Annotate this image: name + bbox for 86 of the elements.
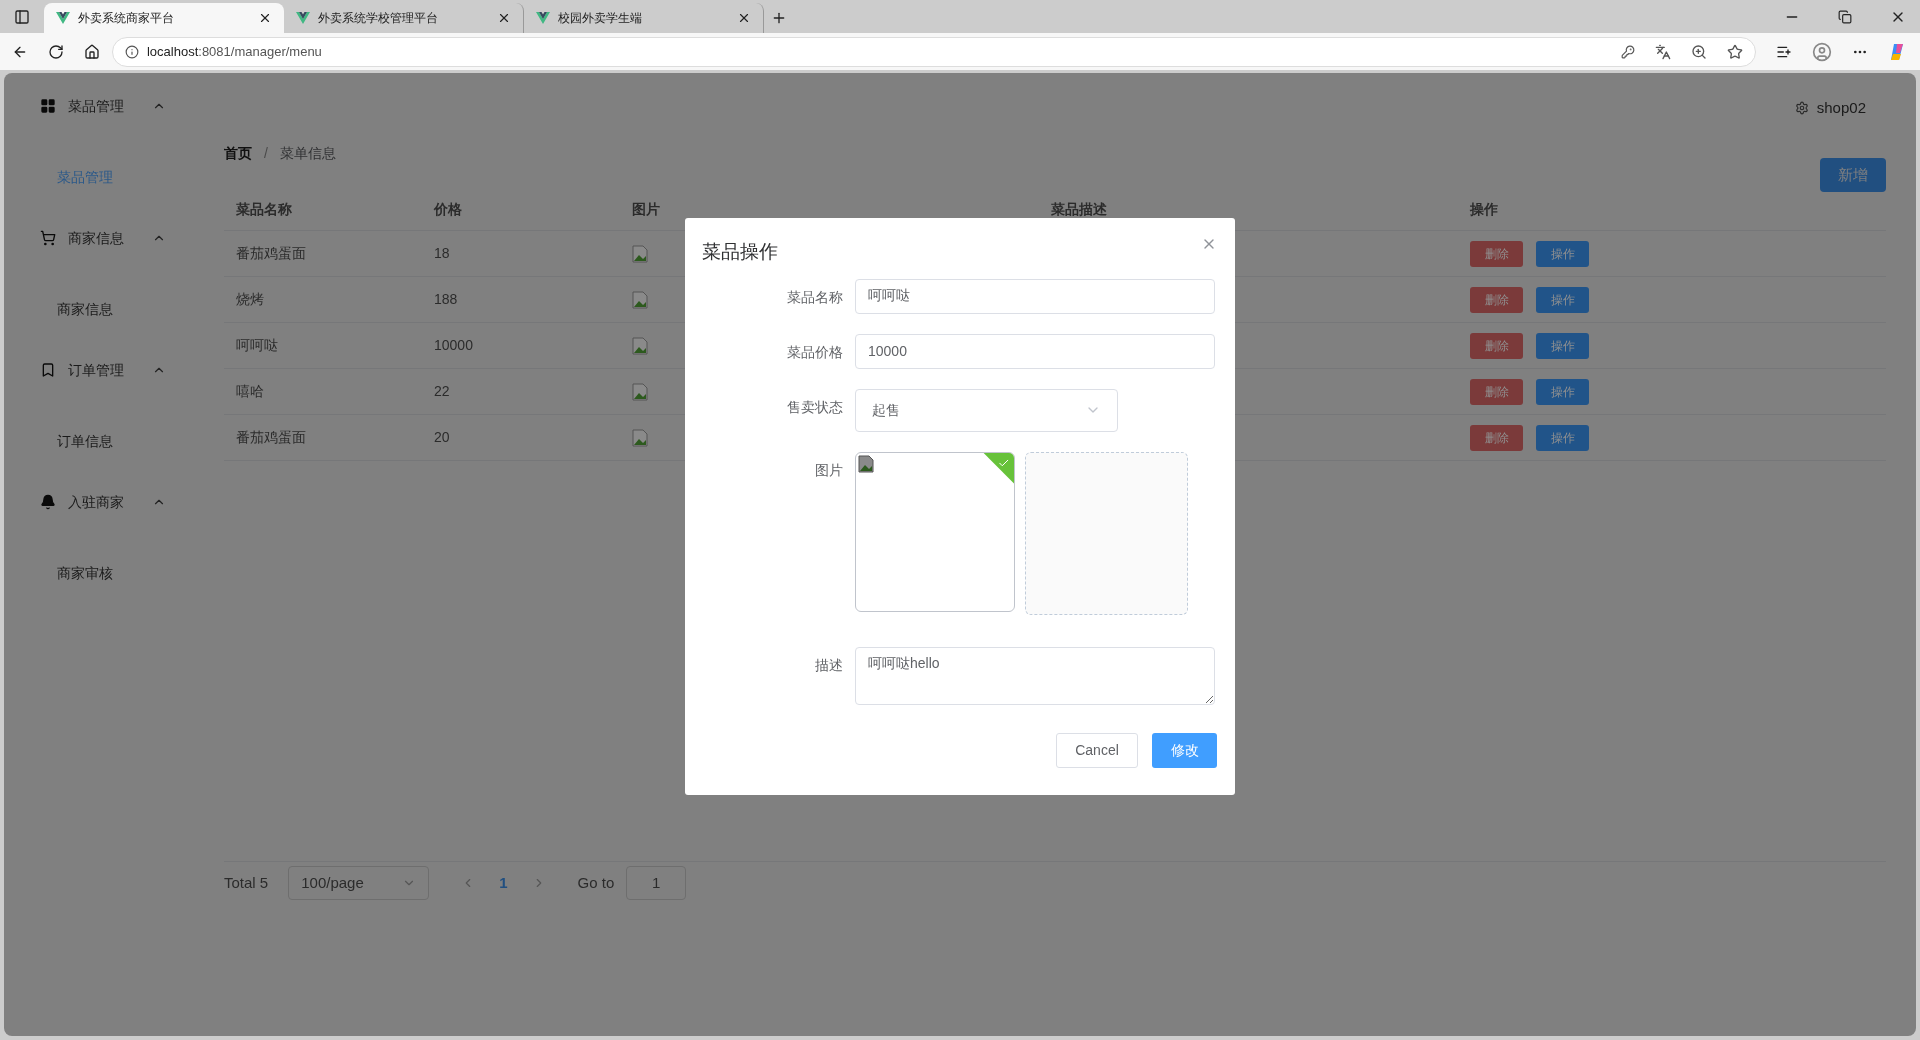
goto-label: Go to [577, 872, 615, 893]
table-cell: 20 [434, 429, 450, 445]
translate-icon[interactable] [1655, 43, 1672, 60]
broken-image-icon [632, 244, 650, 263]
username[interactable]: shop02 [1816, 96, 1866, 120]
edit-button[interactable]: 操作 [1536, 286, 1589, 313]
edit-button[interactable]: 操作 [1536, 332, 1589, 359]
delete-button[interactable]: 删除 [1470, 240, 1523, 267]
restore-icon[interactable] [1838, 9, 1852, 24]
url-text: localhost:8081/manager/menu [146, 42, 322, 61]
reload-icon[interactable] [48, 43, 64, 60]
vue-logo-icon [296, 12, 310, 24]
table-cell: 188 [434, 291, 458, 307]
table-cell: 22 [434, 383, 450, 399]
key-icon[interactable] [1621, 44, 1636, 59]
table-cell: 番茄鸡蛋面 [236, 429, 306, 445]
info-icon [124, 44, 139, 59]
vue-logo-icon [56, 12, 70, 24]
edit-button[interactable]: 操作 [1536, 424, 1589, 451]
text-field[interactable]: 10000 [855, 333, 1215, 369]
delete-button[interactable]: 删除 [1470, 332, 1523, 359]
edit-button[interactable]: 操作 [1536, 240, 1589, 267]
menu-group[interactable]: 订单管理 [4, 359, 224, 381]
star-icon[interactable] [1727, 43, 1744, 60]
delete-button[interactable]: 删除 [1470, 424, 1523, 451]
broken-image-icon [632, 382, 650, 401]
field-label: 菜品名称 [787, 287, 843, 307]
bell-icon [40, 494, 56, 510]
edit-button[interactable]: 操作 [1536, 378, 1589, 405]
tab-title: 校园外卖学生端 [558, 10, 643, 27]
column-header: 图片 [632, 201, 660, 217]
address-bar[interactable]: localhost:8081/manager/menu [111, 36, 1757, 67]
menu-item[interactable]: 商家审核 [4, 563, 224, 585]
table-cell: 嘻哈 [236, 383, 264, 399]
tab-title: 外卖系统商家平台 [78, 10, 175, 27]
column-header: 菜品描述 [1051, 201, 1107, 217]
table-cell: 10000 [434, 337, 473, 353]
submit-button[interactable]: 修改 [1152, 732, 1217, 768]
close-icon[interactable] [737, 11, 751, 25]
vue-logo-icon [536, 12, 550, 24]
table-cell: 呵呵哒 [236, 337, 278, 353]
broken-image-icon [632, 290, 650, 309]
dialog-title: 菜品操作 [702, 240, 778, 264]
breadcrumb-separator: / [264, 144, 268, 163]
cart-icon [40, 230, 56, 246]
table-cell: 番茄鸡蛋面 [236, 245, 306, 261]
zoom-icon[interactable] [1691, 43, 1708, 60]
broken-image-icon [632, 428, 650, 447]
delete-button[interactable]: 删除 [1470, 378, 1523, 405]
goto-field[interactable]: 1 [626, 866, 687, 900]
field-label: 图片 [815, 460, 843, 480]
field-label: 售卖状态 [787, 397, 843, 417]
text-field[interactable]: 呵呵哒 [855, 278, 1215, 314]
delete-button[interactable]: 删除 [1470, 286, 1523, 313]
tab-title: 外卖系统学校管理平台 [318, 10, 439, 27]
field-label: 菜品价格 [787, 342, 843, 362]
page-size-select[interactable]: 100/page [288, 866, 430, 900]
description-field[interactable]: 呵呵哒hello [855, 646, 1215, 705]
close-icon[interactable] [497, 11, 511, 25]
breadcrumb-item: 菜单信息 [279, 144, 336, 163]
browser-tab[interactable]: 外卖系统商家平台 [44, 3, 284, 33]
table-cell: 烧烤 [236, 291, 264, 307]
bookmark-icon [40, 362, 56, 378]
menu-item[interactable]: 商家信息 [4, 299, 224, 321]
menu-group[interactable]: 商家信息 [4, 227, 224, 249]
new-tab-icon[interactable] [771, 10, 787, 26]
breadcrumb-item[interactable]: 首页 [224, 143, 252, 164]
table-cell: 18 [434, 245, 450, 261]
cancel-button[interactable]: Cancel [1056, 732, 1138, 768]
grid-icon [40, 98, 56, 114]
tab-actions-icon[interactable] [14, 8, 30, 25]
menu-group[interactable]: 菜品管理 [4, 95, 224, 117]
column-header: 菜品名称 [236, 201, 292, 217]
menu-item[interactable]: 订单信息 [4, 431, 224, 453]
broken-image-icon [858, 454, 876, 473]
column-header: 操作 [1470, 201, 1498, 217]
field-label: 描述 [815, 655, 843, 675]
menu-group[interactable]: 入驻商家 [4, 491, 224, 513]
total-count: Total 5 [224, 872, 269, 893]
column-header: 价格 [434, 201, 462, 217]
profile-icon[interactable] [1812, 41, 1833, 62]
status-select[interactable]: 起售 [855, 388, 1118, 432]
home-icon[interactable] [83, 43, 100, 60]
broken-image-icon [632, 336, 650, 355]
settings-icon[interactable] [1794, 101, 1809, 115]
close-icon[interactable] [258, 11, 272, 25]
